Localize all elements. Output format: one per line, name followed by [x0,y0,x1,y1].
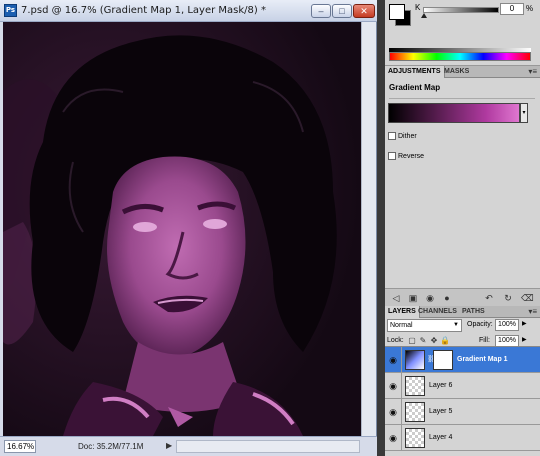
maximize-button[interactable]: □ [332,4,352,18]
adjustments-footer: ◁ ▣ ◉ ● ↶ ↻ ⌫ [385,288,540,308]
document-title: 7.psd @ 16.7% (Gradient Map 1, Layer Mas… [21,5,266,16]
checkbox-box[interactable] [388,152,396,160]
layer-name: Layer 4 [429,434,453,441]
minimize-button[interactable]: – [311,4,331,18]
adjustment-title: Gradient Map [389,83,441,92]
gradient-dropdown-icon[interactable]: ▾ [520,103,528,123]
document-info: Doc: 35.2M/77.1M [78,442,144,451]
expand-view-icon[interactable]: ▣ [407,292,419,304]
layer-name: Layer 6 [429,382,453,389]
opacity-slider-icon[interactable]: ▶ [522,320,527,327]
blend-mode-select[interactable]: Normal ▼ [387,319,462,332]
portrait-image [3,22,361,436]
dock-collapse-strip[interactable] [377,0,385,456]
tab-masks[interactable]: MASKS [441,66,472,78]
panel-dock: K 0 % ADJUSTMENTS MASKS ▾≡ Gradient Map … [377,0,540,456]
layers-panel: LAYERS CHANNELS PATHS ▾≡ Normal ▼ Opacit… [385,306,540,456]
fill-label: Fill: [479,337,490,344]
k-slider-thumb-icon[interactable] [421,13,427,18]
adjustments-panel: ADJUSTMENTS MASKS ▾≡ Gradient Map ▾ Dith… [385,66,540,308]
document-titlebar[interactable]: Ps 7.psd @ 16.7% (Gradient Map 1, Layer … [0,0,377,22]
vertical-scrollbar[interactable] [361,22,376,436]
layer-thumbnail [405,402,425,422]
eye-icon[interactable]: ◉ [385,373,402,399]
checkbox-box[interactable] [388,132,396,140]
lock-all-icon[interactable]: 🔒 [440,336,450,346]
document-canvas[interactable] [3,22,361,436]
opacity-label: Opacity: [467,321,493,328]
foreground-color-swatch[interactable] [389,4,405,20]
tab-paths[interactable]: PATHS [459,306,488,318]
opacity-field[interactable]: 100% [495,319,519,331]
layer-thumbnail [405,428,425,448]
layer-row[interactable]: ◉ ⛓ Gradient Map 1 [385,347,540,373]
layer-mask-thumbnail[interactable] [433,350,453,370]
panel-menu-icon[interactable]: ▾≡ [528,306,537,317]
clip-to-layer-icon[interactable]: ◉ [424,292,436,304]
chevron-down-icon: ▼ [453,322,459,328]
color-panel: K 0 % [385,0,540,66]
tab-channels[interactable]: CHANNELS [415,306,460,318]
lock-label: Lock: [387,337,404,344]
reset-icon[interactable]: ↻ [502,292,514,304]
eye-icon[interactable]: ◉ [385,399,402,425]
tab-adjustments[interactable]: ADJUSTMENTS [385,66,445,78]
blend-row: Normal ▼ Opacity: 100% ▶ [385,318,540,334]
close-button[interactable]: ✕ [353,4,375,18]
k-slider[interactable] [423,7,499,13]
fill-slider-icon[interactable]: ▶ [522,336,527,343]
dither-label: Dither [398,132,417,140]
divider [389,98,535,99]
gradient-preview[interactable] [388,103,520,123]
adjustment-layer-thumbnail [405,350,425,370]
layer-thumbnail [405,376,425,396]
layer-row[interactable]: ◉ Layer 4 [385,425,540,451]
delete-icon[interactable]: ⌫ [521,292,534,304]
status-bar: 16.67% Doc: 35.2M/77.1M ▶ [0,436,377,456]
color-spectrum[interactable] [389,52,531,61]
dither-checkbox[interactable]: Dither [388,132,417,140]
visibility-icon[interactable]: ● [441,292,453,304]
status-menu-arrow-icon[interactable]: ▶ [166,441,172,450]
layer-row[interactable]: ◉ Layer 5 [385,399,540,425]
k-unit: % [526,4,534,13]
channel-label: K [415,3,421,12]
eye-icon[interactable]: ◉ [385,425,402,451]
lock-position-icon[interactable]: ✥ [429,336,439,346]
eye-icon[interactable]: ◉ [385,347,402,373]
layers-tabrow: LAYERS CHANNELS PATHS ▾≡ [385,306,540,318]
horizontal-scrollbar[interactable] [176,440,360,453]
photoshop-icon: Ps [4,4,17,17]
return-to-list-icon[interactable]: ◁ [390,292,402,304]
reverse-label: Reverse [398,152,425,160]
panel-menu-icon[interactable]: ▾≡ [528,66,537,77]
k-value-field[interactable]: 0 [500,3,524,15]
layers-list: ◉ ⛓ Gradient Map 1 ◉ Layer 6 ◉ Layer 5 ◉… [385,346,540,456]
previous-state-icon[interactable]: ↶ [483,292,495,304]
adjustments-tabrow: ADJUSTMENTS MASKS ▾≡ [385,66,540,78]
lock-pixels-icon[interactable]: ✎ [418,336,428,346]
layer-name: Layer 5 [429,408,453,415]
reverse-checkbox[interactable]: Reverse [388,152,424,160]
lock-transparency-icon[interactable]: ▢ [407,336,417,346]
layer-name: Gradient Map 1 [457,356,508,363]
zoom-field[interactable]: 16.67% [4,440,36,453]
blend-mode-value: Normal [390,322,413,329]
document-window: Ps 7.psd @ 16.7% (Gradient Map 1, Layer … [0,0,377,456]
layer-row[interactable]: ◉ Layer 6 [385,373,540,399]
